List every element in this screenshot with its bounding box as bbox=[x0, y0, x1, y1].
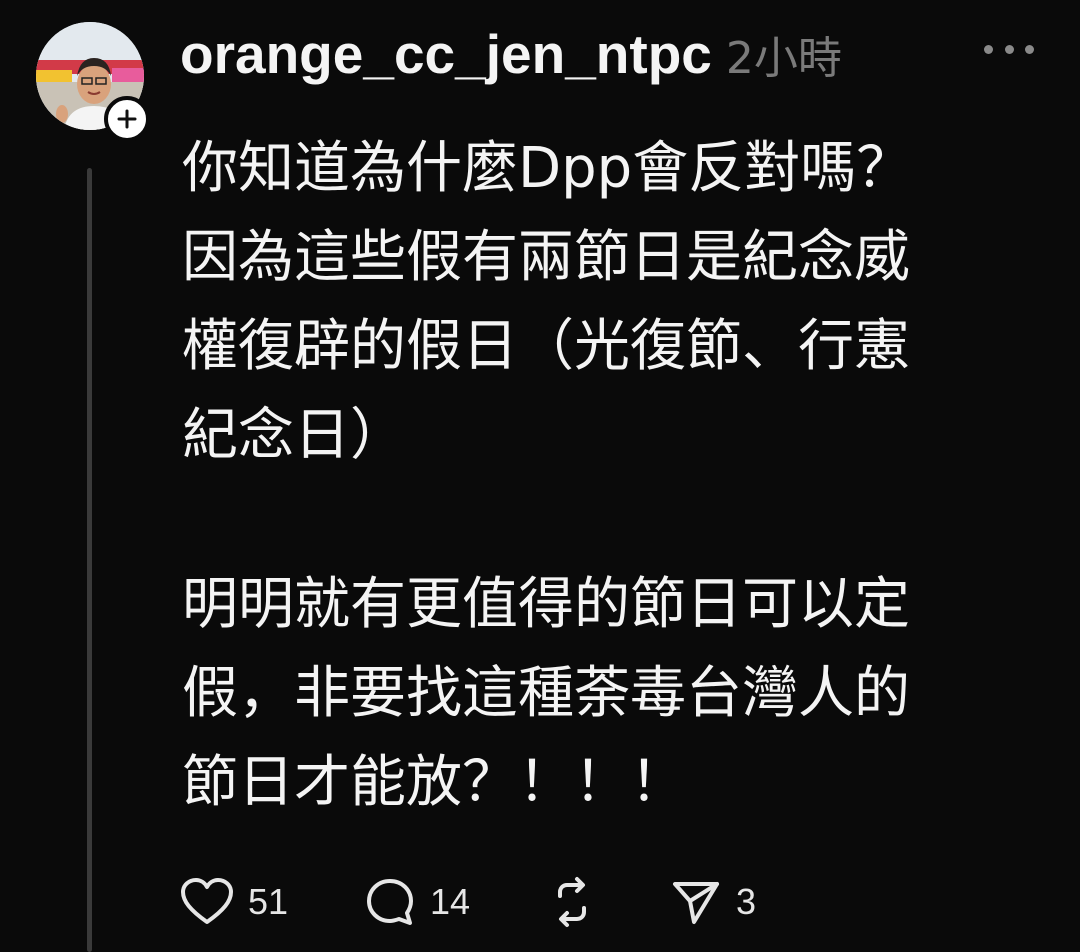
text-line: 明明就有更值得的節日可以定 bbox=[182, 572, 910, 637]
text-line: 節日才能放？！！！ bbox=[182, 750, 686, 815]
follow-button[interactable] bbox=[104, 96, 150, 142]
repost-icon bbox=[558, 877, 586, 927]
post-text: 你知道為什麼Dpp會反對嗎？ 因為這些假有兩節日是紀念威 權復辟的假日（光復節、… bbox=[182, 124, 1032, 827]
post-header: orange_cc_jen_ntpc 2小時 bbox=[180, 22, 842, 92]
text-line: 你知道為什麼Dpp會反對嗎？ bbox=[182, 136, 913, 201]
plus-icon bbox=[117, 109, 137, 129]
more-options-icon[interactable] bbox=[984, 42, 1034, 56]
like-button[interactable]: 51 bbox=[180, 870, 288, 934]
text-line: 假，非要找這種荼毒台灣人的 bbox=[182, 661, 910, 726]
comment-icon bbox=[367, 879, 413, 925]
username[interactable]: orange_cc_jen_ntpc bbox=[180, 22, 712, 86]
avatar-container[interactable] bbox=[36, 22, 150, 142]
comment-count: 14 bbox=[430, 881, 471, 922]
share-button[interactable]: 3 bbox=[670, 870, 756, 934]
thread-line bbox=[87, 168, 92, 952]
comment-button[interactable]: 14 bbox=[364, 870, 470, 934]
text-line: 因為這些假有兩節日是紀念威 bbox=[182, 225, 910, 290]
text-line: 紀念日） bbox=[182, 403, 406, 468]
heart-icon bbox=[181, 878, 233, 924]
paragraph: 你知道為什麼Dpp會反對嗎？ 因為這些假有兩節日是紀念威 權復辟的假日（光復節、… bbox=[182, 124, 1032, 480]
share-count: 3 bbox=[736, 881, 757, 922]
like-count: 51 bbox=[248, 881, 289, 922]
share-icon bbox=[673, 882, 719, 924]
text-line: 權復辟的假日（光復節、行憲 bbox=[182, 314, 910, 379]
action-bar: 51 14 3 bbox=[180, 870, 800, 934]
paragraph: 明明就有更值得的節日可以定 假，非要找這種荼毒台灣人的 節日才能放？！！！ bbox=[182, 560, 1032, 827]
timestamp: 2小時 bbox=[725, 33, 842, 84]
repost-button[interactable] bbox=[546, 870, 598, 934]
